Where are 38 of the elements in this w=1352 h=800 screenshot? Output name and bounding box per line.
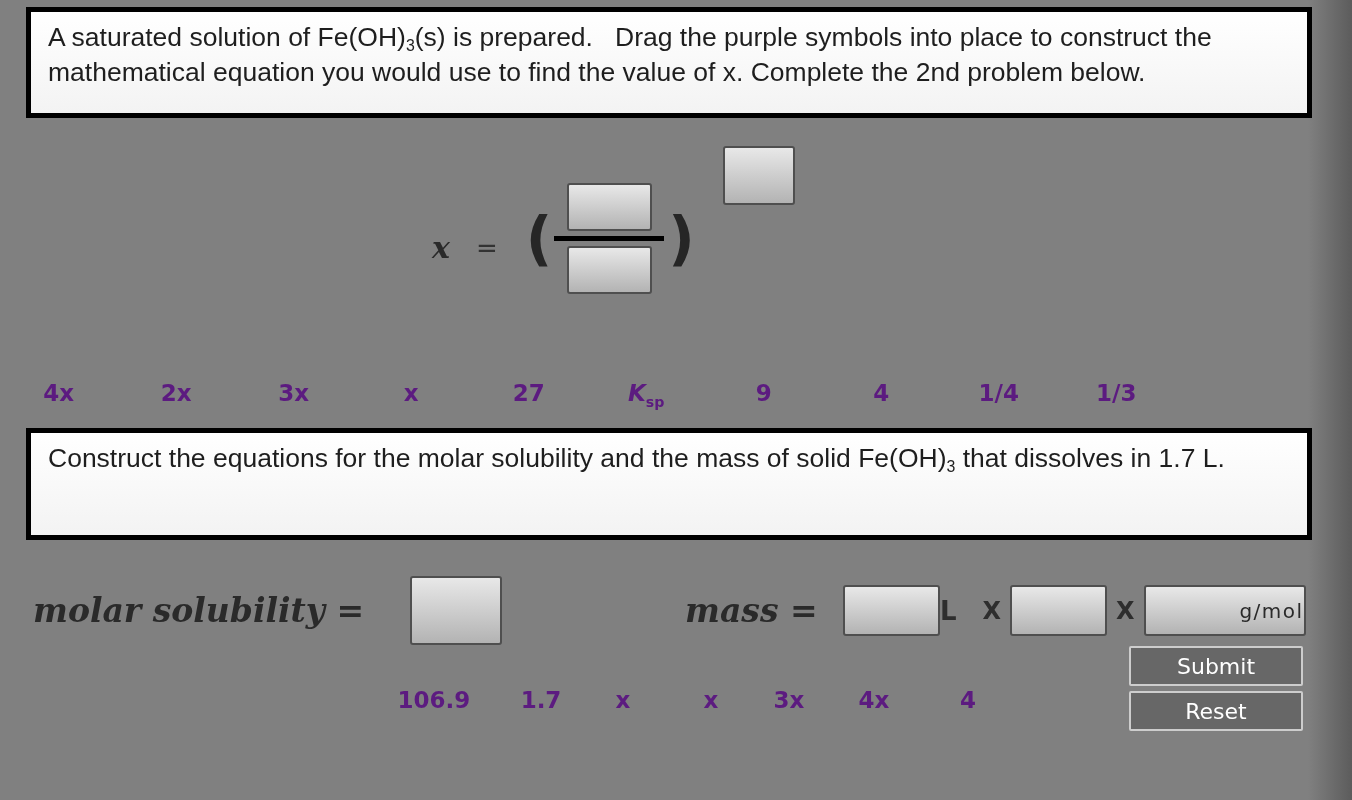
draggable-symbol[interactable]: 4x (858, 685, 890, 715)
open-parenthesis: ( (525, 207, 553, 270)
reset-button[interactable]: Reset (1129, 691, 1303, 731)
draggable-symbol[interactable]: 3x (773, 685, 805, 715)
draggable-symbol[interactable]: x (615, 685, 631, 715)
draggable-symbol[interactable]: 1.7 (520, 685, 562, 715)
equation-label: mass = (685, 590, 819, 631)
draggable-symbol[interactable]: 4 (873, 378, 890, 408)
draggable-symbol[interactable]: x (703, 685, 719, 715)
submit-button[interactable]: Submit (1129, 646, 1303, 686)
instruction-text: A saturated solution of Fe(OH)$_{3}$(s) is prepared. Drag the purple symbols into place to construct the mathematical equation you would use to find the value of x. Complete the 2nd problem below. (48, 21, 1213, 89)
answer-box[interactable]: g/mol (1143, 585, 1306, 636)
unit-label: g/mol (1239, 598, 1304, 623)
answer-box[interactable] (566, 246, 652, 294)
times-sign: X (1116, 595, 1135, 626)
draggable-symbol[interactable]: 2x (160, 378, 192, 408)
draggable-symbol[interactable]: K$_{sp}$ (628, 378, 665, 408)
answer-box[interactable] (843, 585, 940, 636)
draggable-symbol[interactable]: 1/3 (1096, 378, 1137, 408)
draggable-symbol[interactable]: x (403, 378, 419, 408)
times-sign: X (982, 595, 1002, 626)
draggable-symbol[interactable]: 106.9 (397, 685, 471, 715)
answer-box[interactable] (410, 576, 502, 645)
draggable-symbol[interactable]: 4 (960, 685, 976, 715)
instruction-text: Construct the equations for the molar solubility and the mass of solid Fe(OH)$_{3}$ that dissolves in 1.7 L. (48, 442, 1226, 476)
answer-box[interactable] (1010, 585, 1108, 636)
draggable-symbol[interactable]: 27 (512, 378, 545, 408)
variable-label: x (432, 230, 450, 265)
draggable-symbol[interactable]: 4x (43, 378, 75, 408)
unit-label: L (940, 595, 957, 626)
equation-label: molar solubility = (33, 590, 366, 631)
close-parenthesis: ) (668, 207, 695, 270)
answer-box[interactable] (722, 146, 795, 205)
answer-box[interactable] (566, 183, 652, 231)
draggable-symbol[interactable]: 3x (278, 378, 310, 408)
draggable-symbol[interactable]: 1/4 (978, 378, 1019, 408)
draggable-symbol[interactable]: 9 (755, 378, 772, 408)
equals-sign: = (475, 232, 498, 263)
